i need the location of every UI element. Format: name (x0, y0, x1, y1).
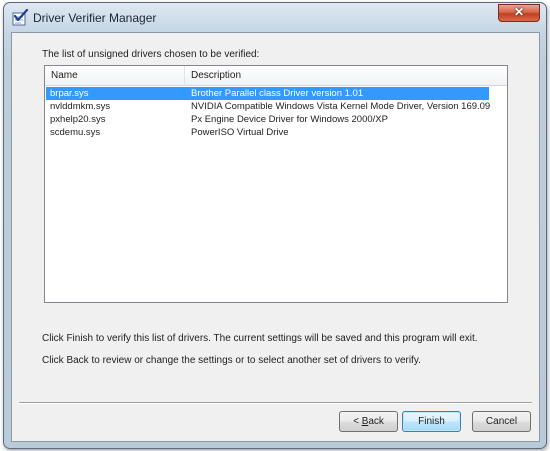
button-separator (19, 402, 532, 404)
driver-verifier-window: Driver Verifier Manager ✕ The list of un… (3, 2, 547, 449)
list-header: Name Description (45, 66, 507, 86)
title-bar[interactable]: Driver Verifier Manager ✕ (4, 3, 546, 33)
driver-name: nvlddmkm.sys (50, 101, 111, 112)
back-label: ack (368, 416, 384, 427)
close-icon: ✕ (513, 5, 525, 19)
back-accelerator: B (361, 416, 369, 427)
finish-button[interactable]: Finish (402, 411, 461, 432)
list-rows: brpar.sys Brother Parallel class Driver … (45, 87, 507, 139)
window-title: Driver Verifier Manager (33, 11, 157, 25)
cancel-label: Cancel (485, 416, 518, 427)
back-instructions: Click Back to review or change the setti… (42, 355, 421, 366)
list-item[interactable]: scdemu.sys PowerISO Virtual Drive (45, 126, 507, 139)
close-button[interactable]: ✕ (498, 4, 540, 22)
driver-description: Px Engine Device Driver for Windows 2000… (191, 114, 388, 125)
finish-instructions: Click Finish to verify this list of driv… (42, 333, 478, 344)
back-button[interactable]: < Back (339, 411, 398, 432)
list-caption: The list of unsigned drivers chosen to b… (42, 49, 260, 60)
driver-description: PowerISO Virtual Drive (191, 127, 289, 138)
column-header-name[interactable]: Name (45, 66, 185, 86)
finish-label: Finish (418, 416, 445, 427)
driver-name: scdemu.sys (50, 127, 101, 138)
driver-description: NVIDIA Compatible Windows Vista Kernel M… (191, 101, 491, 112)
list-item[interactable]: brpar.sys Brother Parallel class Driver … (46, 87, 489, 100)
dialog-client-area: The list of unsigned drivers chosen to b… (11, 32, 540, 442)
list-item[interactable]: pxhelp20.sys Px Engine Device Driver for… (45, 113, 507, 126)
column-header-description[interactable]: Description (185, 66, 489, 86)
back-prefix: < (353, 416, 362, 427)
driver-name: pxhelp20.sys (50, 114, 106, 125)
driver-description: Brother Parallel class Driver version 1.… (191, 88, 364, 99)
list-item[interactable]: nvlddmkm.sys NVIDIA Compatible Windows V… (45, 100, 507, 113)
driver-list[interactable]: Name Description brpar.sys Brother Paral… (44, 65, 508, 303)
driver-name: brpar.sys (50, 88, 89, 99)
cancel-button[interactable]: Cancel (472, 411, 531, 432)
checklist-icon (11, 8, 29, 27)
